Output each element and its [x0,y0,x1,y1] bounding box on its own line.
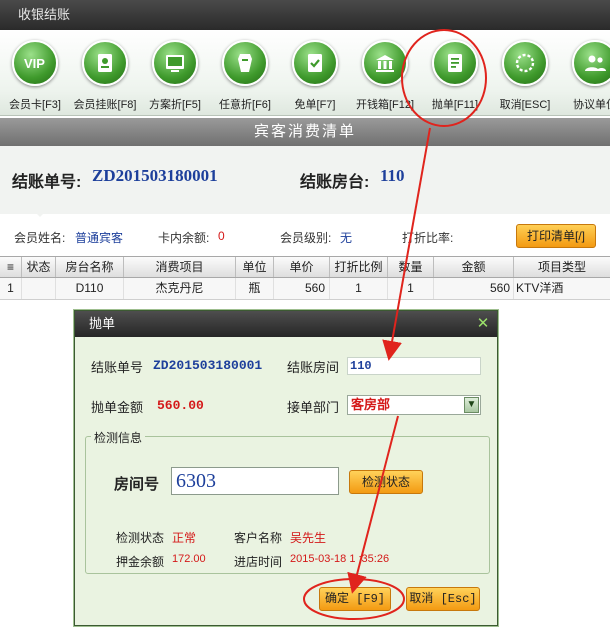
dialog-amount-value: 560.00 [157,398,204,413]
member-info-row: 会员姓名: 普通宾客 卡内余额: 0 会员级别: 无 打折比率: 打印清单[/] [0,218,610,254]
check-info-group: 检测信息 房间号 6303 检测状态 检测状态 正常 客户名称 吴先生 押金余额… [85,429,490,574]
dialog-dept-select[interactable]: 客房部 ▼ [347,395,481,415]
plan-discount-icon [152,40,198,86]
custom-discount-icon [222,40,268,86]
row-index: 1 [0,278,22,299]
room-no-input[interactable]: 6303 [171,467,339,495]
customer-name-value: 吴先生 [290,531,327,545]
cash-drawer-icon [362,40,408,86]
transfer-bill-button[interactable]: 抛单[F11] [420,36,490,112]
deposit-balance-label: 押金余额 [116,555,165,569]
check-status-button[interactable]: 检测状态 [349,470,423,494]
card-balance-label: 卡内余额: [158,231,210,245]
dialog-bill-no-label: 结账单号 [91,360,144,375]
table-row[interactable]: 1 D110 杰克丹尼 瓶 560 1 1 560 KTV洋酒 [0,278,610,300]
deposit-balance-value: 172.00 [172,553,206,565]
row-price: 560 [274,278,330,299]
bill-room-value: 110 [380,166,405,185]
custom-discount-button[interactable]: 任意折[F6] [210,36,280,112]
customer-name-label: 客户名称 [234,531,283,545]
vip-card-button[interactable]: VIP 会员卡[F3] [0,36,70,112]
col-unit[interactable]: 单位 [236,257,274,277]
checkin-time-value: 2015-03-18 1 :35:26 [290,553,390,565]
member-name-value: 普通宾客 [75,231,124,245]
cancel-button[interactable]: 取消 [Esc] [406,587,480,611]
bill-room-label: 结账房台: [300,174,370,191]
member-name-label: 会员姓名: [14,231,66,245]
col-room[interactable]: 房台名称 [56,257,124,277]
check-info-legend: 检测信息 [91,429,146,446]
checkin-time-label: 进店时间 [234,555,283,569]
cancel-icon [502,40,548,86]
col-price[interactable]: 单价 [274,257,330,277]
col-qty[interactable]: 数量 [388,257,434,277]
member-level-label: 会员级别: [280,231,332,245]
discount-rate-label: 打折比率: [402,231,454,245]
card-balance-value: 0 [218,229,225,243]
row-room: D110 [56,278,124,299]
row-qty: 1 [388,278,434,299]
dialog-room-label: 结账房间 [287,360,340,375]
contract-unit-icon [572,40,610,86]
dialog-title: 抛单 [75,311,497,337]
plan-discount-button[interactable]: 方案折[F5] [140,36,210,112]
row-type: KTV洋酒 [516,281,564,295]
row-item: 杰克丹尼 [124,278,236,299]
cancel-toolbar-button[interactable]: 取消[ESC] [490,36,560,112]
free-bill-icon [292,40,338,86]
free-bill-button[interactable]: 免单[F7] [280,36,350,112]
member-level-value: 无 [340,231,353,245]
bill-info-panel: 结账单号: ZD201503180001 结账房台: 110 [0,146,610,214]
check-status-label: 检测状态 [116,531,165,545]
transfer-bill-icon [432,40,478,86]
dept-select-value: 客房部 [351,397,391,412]
bill-title: 宾客消费清单 [0,118,610,146]
close-icon[interactable]: ✕ [475,316,491,332]
transfer-bill-dialog: 抛单 ✕ 结账单号 ZD201503180001 结账房间 110 抛单金额 5… [74,310,498,626]
table-header: ≡ 状态 房台名称 消费项目 单位 单价 打折比例 数量 金额 项目类型 [0,256,610,278]
col-discount[interactable]: 打折比例 [330,257,388,277]
vip-card-icon: VIP [12,40,58,86]
member-account-icon [82,40,128,86]
chevron-down-icon[interactable]: ▼ [464,397,479,413]
row-unit: 瓶 [236,278,274,299]
svg-text:VIP: VIP [24,56,45,71]
check-status-value: 正常 [172,531,197,545]
col-item[interactable]: 消费项目 [124,257,236,277]
confirm-button[interactable]: 确定 [F9] [319,587,391,611]
col-type[interactable]: 项目类型 [514,257,610,277]
bill-no-label: 结账单号: [12,174,82,191]
toolbar: VIP 会员卡[F3] 会员挂账[F8] 方案折[F5] 任意折[F6] 免单[… [0,30,610,116]
room-no-label: 房间号 [114,476,160,493]
row-amount: 560 [434,278,514,299]
row-discount: 1 [330,278,388,299]
col-status[interactable]: 状态 [22,257,56,277]
dialog-dept-label: 接单部门 [287,400,340,415]
col-amount[interactable]: 金额 [434,257,514,277]
cash-drawer-button[interactable]: 开钱箱[F12] [350,36,420,112]
consumption-table: ≡ 状态 房台名称 消费项目 单位 单价 打折比例 数量 金额 项目类型 1 D… [0,256,610,304]
row-status [22,278,56,299]
toolbar-label: 协议单位 [573,99,610,111]
contract-unit-button[interactable]: 协议单位 [560,36,610,112]
member-account-button[interactable]: 会员挂账[F8] [70,36,140,112]
bill-no-value: ZD201503180001 [92,166,218,185]
panel-notch [28,205,52,217]
print-list-button[interactable]: 打印清单[/] [516,224,596,248]
dialog-room-field[interactable]: 110 [347,357,481,375]
dialog-bill-no-value: ZD201503180001 [153,358,263,373]
menu-icon[interactable]: ≡ [0,257,22,277]
dialog-amount-label: 抛单金额 [91,400,144,415]
window-title: 收银结账 [0,0,610,30]
